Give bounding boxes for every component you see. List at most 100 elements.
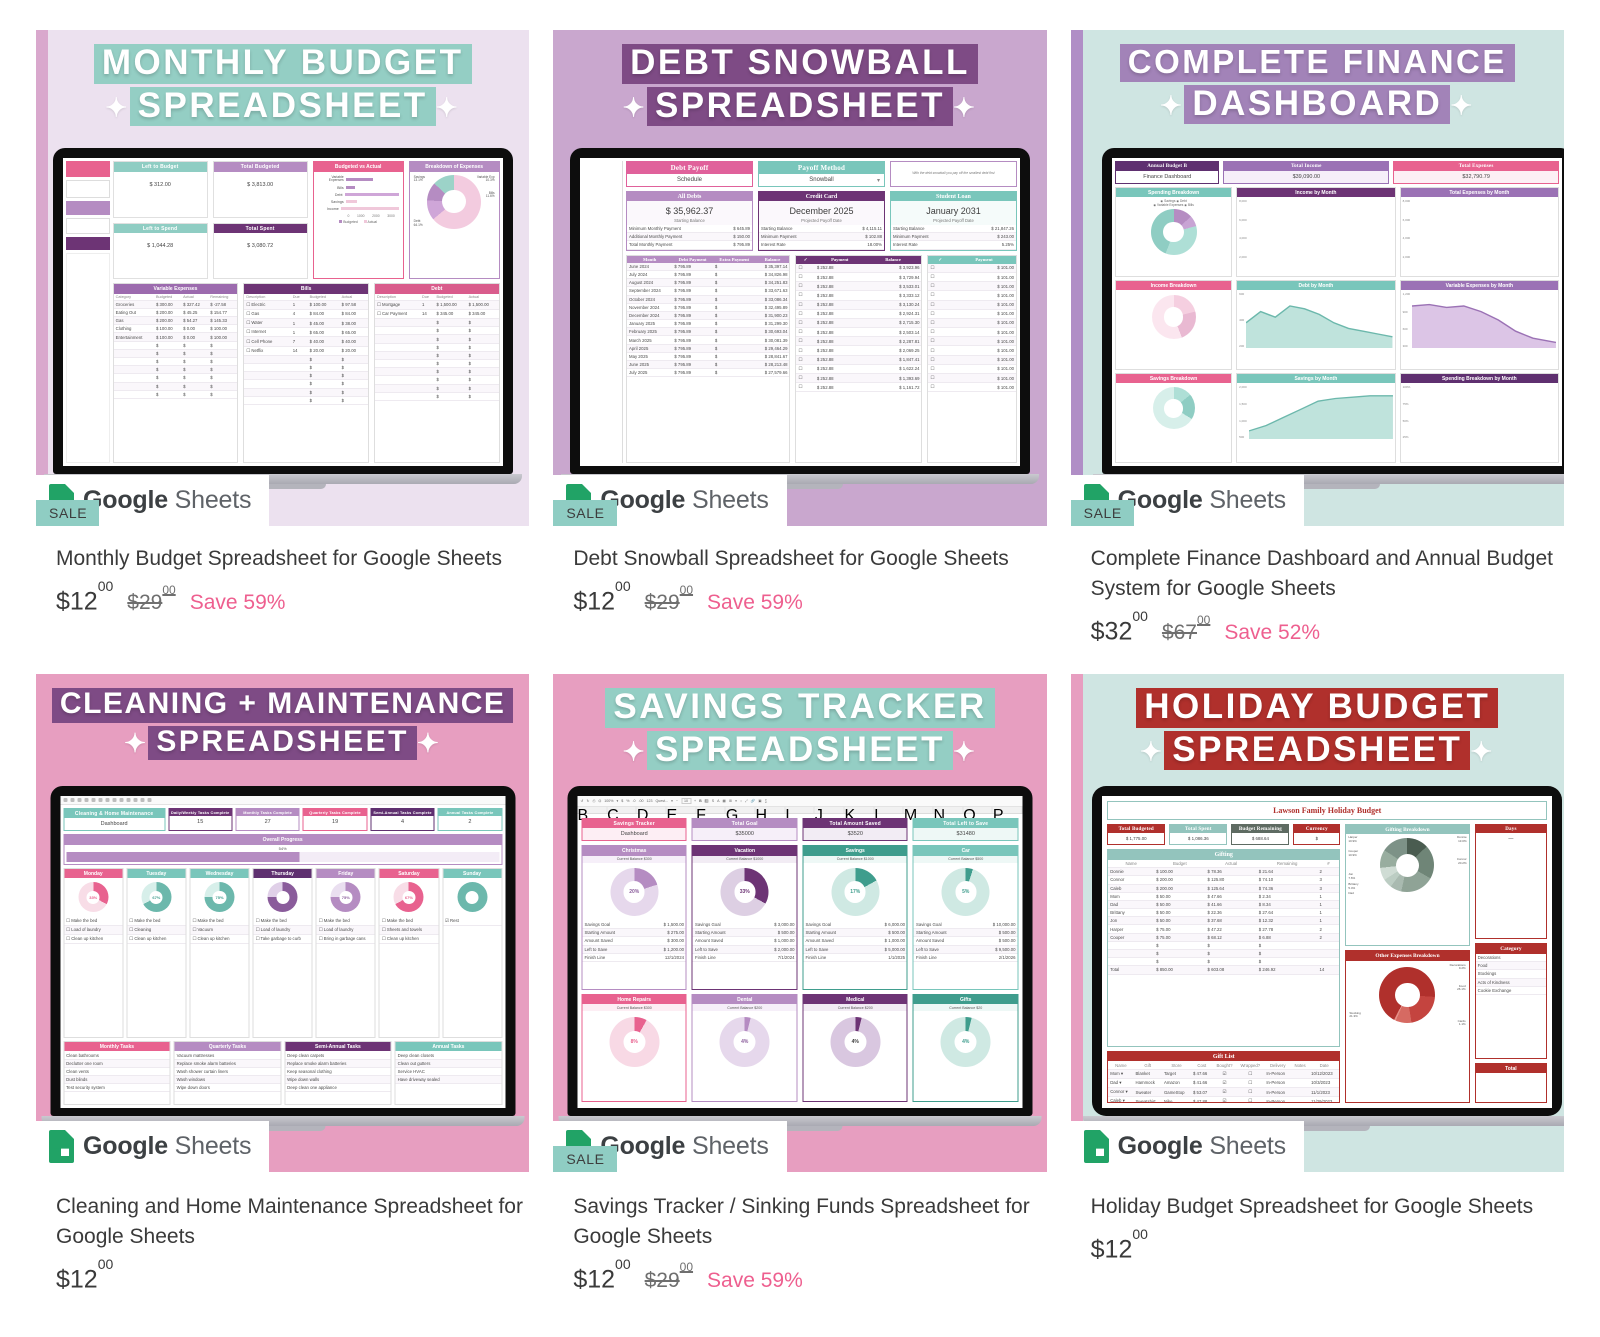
current-price: $1200 <box>573 1255 631 1293</box>
sparkle-icon: ✦ <box>953 736 978 767</box>
chart-spending-breakdown-by-month: Spending Breakdown by Month 100% 75% 50% 25… <box>1399 372 1560 464</box>
font-selector[interactable]: Quest... <box>655 799 668 803</box>
donut-chart <box>1151 295 1196 340</box>
product-title[interactable]: Holiday Budget Spreadsheet for Google Sh… <box>1091 1192 1561 1222</box>
mini-table: ☑ Rest <box>443 916 502 926</box>
font-size-input[interactable]: 10 <box>681 797 691 804</box>
donut-chart <box>1379 966 1436 1023</box>
savings-label: Save 52% <box>1224 620 1321 644</box>
table-variable-expenses: Variable Expenses Category Budgeted Actual… <box>112 283 239 463</box>
table-gifting: Gifting Name Budget Actual Remaining # Donni… <box>1107 849 1341 1047</box>
chart-variable-expenses-by-month: Variable Expenses by Month 1,200 900 600 30… <box>1399 279 1560 370</box>
current-price: $1200 <box>56 578 114 616</box>
current-price: $3200 <box>1090 607 1148 645</box>
product-card-cleaning-maintenance[interactable]: CLEANING + MAINTENANCE ✦ SPREADSHEET ✦ Cle… <box>36 673 530 1294</box>
donut-chart <box>427 174 482 229</box>
kpi-card: Daily/Weekly Tasks Complete 15 <box>168 807 233 832</box>
original-price: $2900 <box>644 1260 694 1292</box>
banner-line-1: COMPLETE FINANCE <box>1081 44 1554 82</box>
fund-gifts: Gifts Current Balance $20 4% <box>912 993 1019 1102</box>
kpi-card: Annual Budget B Finance Dashboard <box>1115 161 1220 184</box>
area-chart <box>1248 395 1393 440</box>
kpi-payoff-method: Payoff Method Snowball ▾ <box>757 161 885 187</box>
product-title[interactable]: Debt Snowball Spreadsheet for Google She… <box>573 544 1043 574</box>
kpi-card: Monthly Tasks Complete 27 <box>235 807 300 832</box>
kpi-card: Total Spent $ 3,080.72 <box>212 222 308 279</box>
table-quarterly-tasks: Quarterly Tasks Vacuum mattresses Replace… <box>173 1040 282 1105</box>
google-sheets-label: Google Sheets <box>1117 486 1287 514</box>
product-card-savings-tracker[interactable]: SAVINGS TRACKER ✦ SPREADSHEET ✦ ↺ ↻ ⎙ ⛭ 100% ▾… <box>553 673 1047 1294</box>
sheets-toolbar: ↺ ↻ ⎙ ⛭ 100% ▾ $% .0.00 123 Quest... ▾ −10 + BIS… <box>577 795 1023 807</box>
google-sheets-icon <box>49 1129 74 1163</box>
product-title[interactable]: Cleaning and Home Maintenance Spreadshee… <box>56 1192 526 1252</box>
laptop-mockup: ↺ ↻ ⎙ ⛭ 100% ▾ $% .0.00 123 Quest... ▾ −10 + BIS… <box>558 785 1042 1131</box>
product-thumbnail[interactable]: COMPLETE FINANCE ✦ DASHBOARD ✦ Annual Budg… <box>1070 30 1564 526</box>
product-title[interactable]: Monthly Budget Spreadsheet for Google Sh… <box>56 544 526 574</box>
chart-total-expenses-by-month: Total Expenses by Month 8,000 6,000 4,000 2… <box>1399 186 1560 277</box>
day-column-saturday: Saturday 67% ☐ Make the bed ☐ Sheets and … <box>378 867 439 1038</box>
product-thumbnail[interactable]: SAVINGS TRACKER ✦ SPREADSHEET ✦ ↺ ↻ ⎙ ⛭ 100% ▾… <box>553 673 1047 1172</box>
mini-table: Deep clean carpets Replace smoke alarm ba… <box>285 1051 391 1093</box>
sparkle-icon: ✦ <box>953 92 978 123</box>
promo-banner: CLEANING + MAINTENANCE ✦ SPREADSHEET ✦ <box>36 674 529 770</box>
product-thumbnail[interactable]: MONTHLY BUDGET ✦ SPREADSHEET ✦ Left to B… <box>36 30 530 526</box>
current-price: $1200 <box>573 578 631 616</box>
sparkle-icon: ✦ <box>1450 90 1475 121</box>
product-card-finance-dashboard[interactable]: COMPLETE FINANCE ✦ DASHBOARD ✦ Annual Budg… <box>1070 30 1564 646</box>
product-info: Monthly Budget Spreadsheet for Google Sh… <box>36 526 529 616</box>
promo-banner: COMPLETE FINANCE ✦ DASHBOARD ✦ <box>1071 30 1564 134</box>
fund-vacation: Vacation Current Balance $1000 33% Savin… <box>691 845 798 990</box>
sparkle-icon: ✦ <box>105 92 130 123</box>
savings-label: Save 59% <box>189 591 286 615</box>
current-price: $1200 <box>56 1255 114 1293</box>
sparkle-icon: ✦ <box>435 92 460 123</box>
chart-other-expenses-breakdown: Other Expenses Breakdown Decorations 9.2%… <box>1345 950 1470 1103</box>
banner-line-1: SAVINGS TRACKER <box>563 687 1036 728</box>
chart-debt-by-month: Debt by Month 600 400 200 <box>1236 279 1396 370</box>
sparkle-icon: ✦ <box>622 736 647 767</box>
savings-label: Save 59% <box>707 591 803 615</box>
mini-table: Decorations Food Stockings Acts of Kindness… <box>1475 953 1547 995</box>
sparkle-icon: ✦ <box>1140 736 1165 767</box>
mini-table: Starting Balance $ 21,847.26 Minimum Paym… <box>890 225 1016 250</box>
google-sheets-badge: Google Sheets <box>1070 1120 1304 1172</box>
kpi-card: Total Budgeted $ 3,813.00 <box>212 161 308 218</box>
doc-title: Lawson Family Holiday Budget <box>1107 800 1548 820</box>
product-thumbnail[interactable]: HOLIDAY BUDGET ✦ SPREADSHEET ✦ Lawson Fami… <box>1070 673 1564 1172</box>
kpi-card: Total Spent $ 1,086.36 <box>1169 823 1228 846</box>
kpi-card: Total Income $39,090.00 <box>1223 161 1390 184</box>
fund-medical: Medical Current Balance $200 4% <box>802 993 908 1102</box>
product-thumbnail[interactable]: CLEANING + MAINTENANCE ✦ SPREADSHEET ✦ Cle… <box>36 673 530 1172</box>
original-price: $6700 <box>1161 612 1211 644</box>
product-card-debt-snowball[interactable]: DEBT SNOWBALL ✦ SPREADSHEET ✦ Debt Payoff … <box>553 30 1047 646</box>
donut-chart <box>1150 209 1197 255</box>
product-title[interactable]: Complete Finance Dashboard and Annual Bu… <box>1091 544 1561 604</box>
product-title[interactable]: Savings Tracker / Sinking Funds Spreadsh… <box>573 1192 1043 1252</box>
kpi-card: Annual Tasks Complete 2 <box>437 807 503 832</box>
sparkle-icon: ✦ <box>622 92 647 123</box>
laptop-mockup: Cleaning & Home Maintenance Dashboard Da… <box>41 785 525 1131</box>
product-card-monthly-budget[interactable]: MONTHLY BUDGET ✦ SPREADSHEET ✦ Left to B… <box>36 30 530 646</box>
mini-table: Category Budgeted Actual Remaining Grocerie… <box>113 293 238 399</box>
chevron-down-icon: ▾ <box>876 177 880 184</box>
banner-line-1: CLEANING + MAINTENANCE <box>46 687 519 723</box>
table-credit-card-payments: ✓ Payment Balance ☐ $ 252.88 $ 3,923.96 ☐ $ 2… <box>795 254 923 463</box>
zoom-level[interactable]: 100% <box>604 799 613 803</box>
banner-line-2: ✦ SPREADSHEET ✦ <box>46 725 519 761</box>
promo-banner: HOLIDAY BUDGET ✦ SPREADSHEET ✦ <box>1071 674 1564 780</box>
fund-christmas: Christmas Current Balance $300 20% Savin… <box>581 845 687 990</box>
kpi-card: Cleaning & Home Maintenance Dashboard <box>63 807 166 832</box>
chart-savings-breakdown: Savings Breakdown <box>1115 372 1233 464</box>
chart-budgeted-vs-actual: Budgeted vs Actual Variable Expenses Bill… <box>312 161 404 279</box>
banner-line-1: HOLIDAY BUDGET <box>1081 687 1554 728</box>
product-thumbnail[interactable]: DEBT SNOWBALL ✦ SPREADSHEET ✦ Debt Payoff … <box>553 30 1047 526</box>
price-row: $1200 <box>56 1255 527 1294</box>
promo-banner: SAVINGS TRACKER ✦ SPREADSHEET ✦ <box>553 674 1046 780</box>
google-sheets-label: Google Sheets <box>83 1131 252 1160</box>
sale-badge: SALE <box>553 1145 617 1172</box>
product-grid-row-2: CLEANING + MAINTENANCE ✦ SPREADSHEET ✦ Cle… <box>0 646 1600 1294</box>
day-column-sunday: Sunday 100% ☑ Rest <box>442 867 503 1038</box>
product-card-holiday-budget[interactable]: HOLIDAY BUDGET ✦ SPREADSHEET ✦ Lawson Fami… <box>1070 673 1564 1294</box>
sale-badge: SALE <box>1070 500 1134 526</box>
table-semi-annual-tasks: Semi-Annual Tasks Deep clean carpets Repl… <box>284 1040 392 1105</box>
